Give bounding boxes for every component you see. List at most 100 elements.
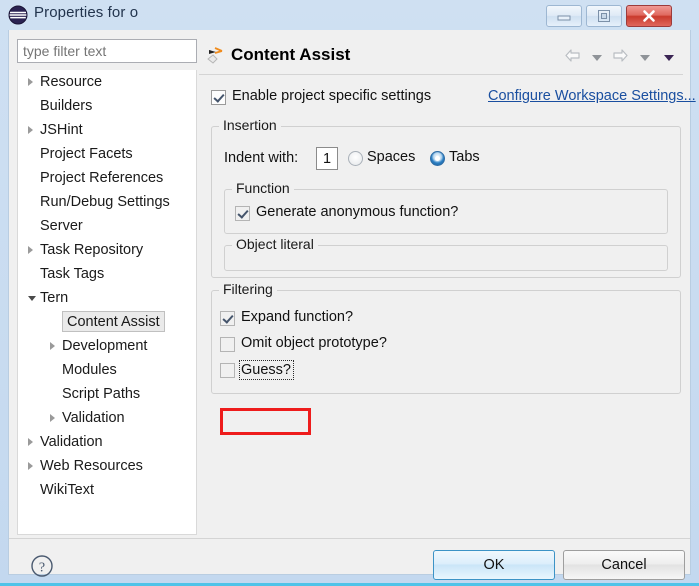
tree-collapsed-arrow-icon[interactable] — [50, 342, 55, 350]
filtering-group-title: Filtering — [219, 281, 277, 297]
sidebar-item-label: JSHint — [40, 122, 83, 138]
tree-collapsed-arrow-icon[interactable] — [28, 462, 33, 470]
enable-project-specific-checkbox[interactable] — [211, 90, 226, 105]
close-button[interactable] — [626, 5, 672, 27]
sidebar-item-label: Validation — [62, 410, 125, 426]
radio-tabs-label: Tabs — [449, 149, 480, 165]
guess-checkbox[interactable] — [220, 363, 235, 378]
maximize-button[interactable] — [586, 5, 622, 27]
tree-collapsed-arrow-icon[interactable] — [28, 438, 33, 446]
generate-anonymous-function-label: Generate anonymous function? — [256, 204, 459, 220]
generate-anonymous-function-checkbox[interactable] — [235, 206, 250, 221]
sidebar-item-label: Script Paths — [62, 386, 141, 402]
sidebar-item-label: Run/Debug Settings — [40, 194, 170, 210]
sidebar-item-task-tags[interactable]: Task Tags — [18, 262, 196, 286]
dialog-body: Resource Builders JSHint Project Facets Proj… — [8, 30, 696, 580]
guess-focus-ring: Guess? — [239, 360, 294, 380]
highlight-annotation — [220, 408, 311, 435]
sidebar-item-label: Tern — [40, 290, 69, 306]
indent-with-input[interactable] — [316, 147, 338, 170]
expand-function-checkbox[interactable] — [220, 311, 235, 326]
filter-input[interactable] — [17, 39, 197, 63]
ok-button[interactable]: OK — [433, 550, 555, 580]
sidebar-item-run-debug-settings[interactable]: Run/Debug Settings — [18, 190, 196, 214]
title-bar: Properties for o — [0, 0, 699, 30]
sidebar-item-web-resources[interactable]: Web Resources — [18, 454, 196, 478]
back-menu-chevron-down-icon[interactable] — [591, 55, 602, 61]
function-group: Function Generate anonymous function? — [224, 180, 668, 234]
sidebar-item-label: Project Facets — [40, 146, 133, 162]
footer-divider — [9, 538, 690, 539]
sidebar-item-label: Modules — [62, 362, 117, 378]
sidebar-item-resource[interactable]: Resource — [18, 70, 196, 94]
sidebar-item-wikitext[interactable]: WikiText — [18, 478, 196, 502]
close-icon — [627, 6, 671, 26]
object-literal-group: Object literal — [224, 236, 668, 271]
sidebar-item-modules[interactable]: Modules — [18, 358, 196, 382]
tree-collapsed-arrow-icon[interactable] — [28, 126, 33, 134]
forward-arrow-icon[interactable] — [612, 48, 629, 68]
sidebar-item-validation[interactable]: Validation — [18, 406, 196, 430]
minimize-icon — [547, 6, 581, 26]
help-icon[interactable]: ? — [29, 553, 55, 579]
maximize-icon — [587, 6, 621, 26]
sidebar-item-label: WikiText — [40, 482, 94, 498]
back-arrow-icon[interactable] — [564, 48, 581, 68]
forward-menu-chevron-down-icon[interactable] — [639, 55, 650, 61]
window-title: Properties for o — [34, 4, 139, 21]
indent-with-label: Indent with: — [224, 150, 299, 166]
sidebar-item-label: Validation — [40, 434, 103, 450]
enable-project-specific-label: Enable project specific settings — [232, 88, 432, 104]
insertion-group-title: Insertion — [219, 117, 281, 133]
insertion-group: Insertion Indent with: Spaces Tabs Funct… — [211, 117, 681, 278]
sidebar-item-project-references[interactable]: Project References — [18, 166, 196, 190]
guess-row: Guess? — [220, 360, 660, 383]
filtering-group: Filtering Expand function? Omit object p… — [211, 281, 681, 394]
radio-spaces[interactable] — [348, 151, 363, 166]
tree-expanded-arrow-icon[interactable] — [28, 296, 36, 301]
eclipse-logo-icon — [8, 5, 28, 25]
sidebar-item-label: Builders — [40, 98, 93, 114]
sidebar-item-builders[interactable]: Builders — [18, 94, 196, 118]
minimize-button[interactable] — [546, 5, 582, 27]
sidebar-item-task-repository[interactable]: Task Repository — [18, 238, 196, 262]
sidebar-item-script-paths[interactable]: Script Paths — [18, 382, 196, 406]
page-title: Content Assist — [231, 45, 351, 64]
sidebar-item-label: Server — [40, 218, 83, 234]
radio-tabs[interactable] — [430, 151, 445, 166]
sidebar-item-label: Project References — [40, 170, 164, 186]
sidebar-item-development[interactable]: Development — [18, 334, 196, 358]
configure-workspace-settings-link[interactable]: Configure Workspace Settings... — [488, 88, 696, 104]
sidebar-item-server[interactable]: Server — [18, 214, 196, 238]
sidebar-item-tern[interactable]: Tern — [18, 286, 196, 310]
sidebar-item-project-facets[interactable]: Project Facets — [18, 142, 196, 166]
omit-object-prototype-label: Omit object prototype? — [241, 335, 387, 351]
sidebar-item-label: Development — [62, 338, 148, 354]
generate-anonymous-function-row: Generate anonymous function? — [235, 204, 655, 224]
expand-function-label: Expand function? — [241, 309, 354, 325]
view-menu-chevron-down-icon[interactable] — [664, 55, 674, 61]
guess-label: Guess? — [241, 362, 291, 378]
sidebar-item-validation[interactable]: Validation — [18, 430, 196, 454]
sidebar-item-jshint[interactable]: JSHint — [18, 118, 196, 142]
svg-text:?: ? — [39, 560, 45, 575]
sidebar-item-label: Content Assist — [62, 311, 165, 332]
tree-collapsed-arrow-icon[interactable] — [50, 414, 55, 422]
header-divider — [199, 74, 683, 75]
sidebar-item-label: Resource — [40, 74, 103, 90]
sidebar-item-content-assist[interactable]: Content Assist — [18, 310, 196, 334]
function-group-title: Function — [232, 180, 294, 196]
radio-spaces-label: Spaces — [367, 149, 416, 165]
properties-dialog-window: Properties for o type filter text Resour… — [0, 0, 699, 586]
sidebar-item-label: Task Repository — [40, 242, 144, 258]
omit-object-prototype-checkbox[interactable] — [220, 337, 235, 352]
settings-tree[interactable]: Resource Builders JSHint Project Facets Proj… — [17, 70, 197, 535]
tree-collapsed-arrow-icon[interactable] — [28, 78, 33, 86]
omit-object-prototype-row: Omit object prototype? — [220, 335, 660, 357]
sidebar-item-label: Task Tags — [40, 266, 105, 282]
tree-collapsed-arrow-icon[interactable] — [28, 246, 33, 254]
view-toolbar — [563, 48, 679, 66]
cancel-button[interactable]: Cancel — [563, 550, 685, 580]
object-literal-group-title: Object literal — [232, 236, 318, 252]
expand-function-row: Expand function? — [220, 309, 660, 331]
